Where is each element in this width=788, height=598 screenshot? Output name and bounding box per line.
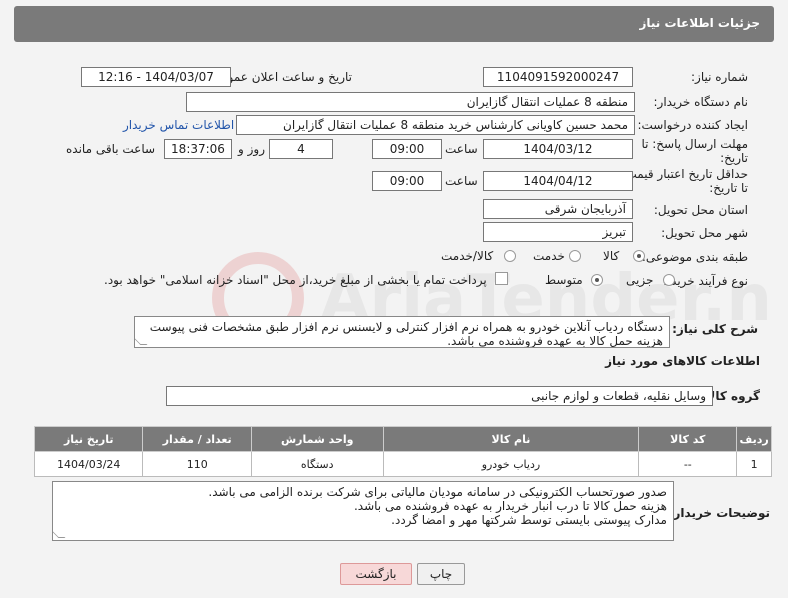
col-header-name: نام کالا [382,426,640,452]
cell-row: 1 [736,451,772,477]
col-header-row: ردیف [736,426,772,452]
process-option-medium: متوسط [545,273,583,287]
buyer-note-line: مدارک پیوستی بایستی توسط شرکتها مهر و ام… [391,513,667,527]
buyer-note-line: هزینه حمل کالا تا درب انبار خریدار به عه… [353,499,667,513]
back-button[interactable]: بازگشت [340,563,412,585]
cell-date: 1404/03/24 [33,451,144,477]
need-number-label: شماره نیاز: [691,70,748,84]
category-option-goods: کالا [603,249,620,263]
buyer-org-field: منطقه 8 عملیات انتقال گازایران [186,92,635,112]
category-option-service: خدمت [533,249,565,263]
table-header-row: ردیف کد کالا نام کالا واحد شمارش تعداد /… [33,426,772,452]
page-header: جزئیات اطلاعات نیاز [14,6,774,42]
category-option-goods-service: کالا/خدمت [441,249,494,263]
min-price-label-line2: تا تاریخ: [709,181,748,195]
table-row: 1 -- ردیاب خودرو دستگاه 110 1404/03/24 [33,451,772,477]
contact-info-link[interactable]: اطلاعات تماس خریدار [123,118,234,132]
payment-checkbox[interactable] [495,272,508,285]
category-radio-goods[interactable] [633,250,645,262]
col-header-code: کد کالا [638,426,738,452]
payment-note: پرداخت تمام یا بخشی از مبلغ خرید،از محل … [104,273,487,287]
deadline-date-field: 1404/03/12 [483,139,633,159]
description-line: دستگاه ردیاب آنلاین خودرو به همراه نرم ا… [149,320,663,334]
province-field: آذربایجان شرقی [483,199,633,219]
category-label: طبقه بندی موضوعی: [641,250,748,264]
description-label: شرح کلی نیاز: [672,322,758,336]
deadline-time-label: ساعت [445,142,478,156]
print-button[interactable]: چاپ [417,563,465,585]
cell-name: ردیاب خودرو [382,451,640,477]
page-frame: جزئیات اطلاعات نیاز AriaTender.net شماره… [0,0,788,598]
cell-code: -- [638,451,738,477]
deadline-label-line2: تاریخ: [720,151,748,165]
description-textarea: دستگاه ردیاب آنلاین خودرو به همراه نرم ا… [134,316,670,348]
days-label: روز و [238,142,265,156]
col-header-quantity: تعداد / مقدار [142,426,252,452]
col-header-date: تاریخ نیاز [33,426,144,452]
description-line: هزینه حمل کالا به عهده فروشنده می باشد. [447,334,663,348]
process-radio-minor[interactable] [663,274,675,286]
goods-table: ردیف کد کالا نام کالا واحد شمارش تعداد /… [33,426,772,477]
min-price-date-field: 1404/04/12 [483,171,633,191]
cell-quantity: 110 [142,451,252,477]
goods-group-field: وسایل نقلیه، قطعات و لوازم جانبی [166,386,713,406]
cell-unit: دستگاه [250,451,384,477]
city-label: شهر محل تحویل: [661,226,748,240]
min-price-label-line1: حداقل تاریخ اعتبار قیمت: [621,167,748,181]
page-title: جزئیات اطلاعات نیاز [639,16,760,30]
need-number-field: 1104091592000247 [483,67,633,87]
remaining-label: ساعت باقی مانده [66,142,156,156]
announce-field: 1404/03/07 - 12:16 [81,67,231,87]
col-header-unit: واحد شمارش [250,426,384,452]
deadline-time-field: 09:00 [372,139,442,159]
creator-label: ایجاد کننده درخواست: [637,118,748,132]
process-label: نوع فرآیند خرید : [663,274,748,288]
min-price-time-field: 09:00 [372,171,442,191]
process-radio-medium[interactable] [591,274,603,286]
remaining-time-field: 18:37:06 [164,139,232,159]
province-label: استان محل تحویل: [653,203,748,217]
resize-grip-icon[interactable] [53,531,66,538]
buyer-org-label: نام دستگاه خریدار: [653,95,749,109]
category-radio-service[interactable] [569,250,581,262]
goods-info-title: اطلاعات کالاهای مورد نیاز [605,354,760,368]
city-field: تبریز [483,222,633,242]
min-price-time-label: ساعت [445,174,478,188]
category-radio-goods-service[interactable] [504,250,516,262]
creator-field: محمد حسین کاویانی کارشناس خرید منطقه 8 ع… [236,115,635,135]
buyer-notes-textarea: صدور صورتحساب الکترونیکی در سامانه مودیا… [52,481,674,541]
days-field: 4 [269,139,333,159]
buyer-note-line: صدور صورتحساب الکترونیکی در سامانه مودیا… [208,485,667,499]
deadline-label-line1: مهلت ارسال پاسخ: تا [641,137,748,151]
buyer-notes-label: توضیحات خریدار: [668,506,770,520]
process-option-minor: جزیی [626,273,654,287]
